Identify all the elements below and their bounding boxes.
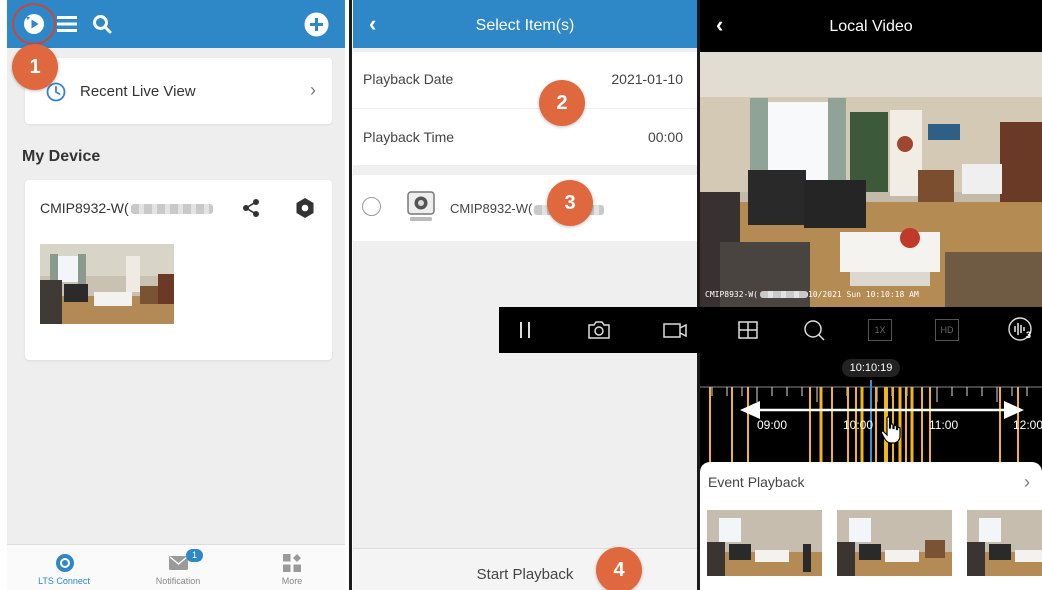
timeline-tick-label: 10:00 [843, 418, 874, 432]
list-icon[interactable] [57, 15, 77, 33]
device-card[interactable]: CMIP8932-W( [25, 180, 332, 360]
page-title: Select Item(s) [475, 17, 575, 34]
chevron-right-icon[interactable]: › [1024, 472, 1030, 493]
select-items-screen: ‹ Select Item(s) Playback Date 2021-01-1… [353, 0, 697, 590]
settings-icon[interactable] [295, 197, 315, 219]
notification-badge: 1 [186, 549, 203, 562]
audio-channel-button[interactable]: 3 [1007, 316, 1035, 344]
device-name-text: CMIP8932-W( [40, 200, 129, 216]
recent-live-view-row[interactable]: Recent Live View › [25, 58, 332, 124]
timeline-tick-label: 09:00 [757, 418, 788, 432]
pause-icon[interactable] [511, 316, 539, 344]
tab-label: LTS Connect [38, 576, 90, 586]
chevron-right-icon: › [310, 80, 316, 100]
tab-label: Notification [155, 576, 201, 586]
playback-date-value: 2021-01-10 [611, 71, 683, 87]
select-items-header: ‹ Select Item(s) [353, 0, 697, 48]
record-video-icon[interactable] [661, 316, 689, 344]
event-playback-card: Event Playback › [700, 462, 1042, 590]
search-icon[interactable] [92, 14, 112, 34]
screenshot-stage: Recent Live View › My Device CMIP8932-W( [0, 0, 1042, 590]
start-playback-label: Start Playback [476, 566, 574, 583]
timeline-tick-label: 11:00 [929, 418, 959, 432]
playback-time-value: 00:00 [647, 129, 683, 145]
page-title: Local Video [829, 18, 913, 35]
share-icon[interactable] [241, 198, 261, 218]
local-video-screen: ‹ Local Video CMIP8932-W(10/2021 Sun 10… [700, 0, 1042, 590]
tab-notification[interactable]: 1 Notification [133, 545, 223, 590]
device-name-value: CMIP8932-W( [450, 201, 533, 216]
bottom-nav: LTS Connect 1 Notification More [7, 544, 345, 590]
step-marker-1: 1 [12, 44, 58, 90]
device-name: CMIP8932-W( [40, 200, 213, 216]
current-time-label: 10:10:19 [842, 359, 900, 377]
timeline-tick-label: 12:00 [1013, 418, 1042, 432]
audio-channel-number: 3 [1026, 330, 1032, 340]
tab-more[interactable]: More [247, 545, 337, 590]
playback-time-row[interactable]: Playback Time 00:00 [353, 109, 697, 165]
osd-device-name: CMIP8932-W( [705, 290, 758, 299]
device-snapshot-thumbnail[interactable] [40, 244, 174, 324]
event-thumbnail[interactable] [707, 510, 822, 576]
video-frame[interactable] [700, 52, 1042, 307]
hand-cursor-icon [880, 416, 901, 444]
step-marker-4: 4 [596, 547, 642, 590]
event-thumbnail[interactable] [967, 510, 1042, 576]
start-playback-button[interactable]: Start Playback [353, 548, 697, 590]
playback-speed-button[interactable]: 1X [868, 319, 892, 341]
tab-lts-connect[interactable]: LTS Connect [19, 545, 109, 590]
grid-icon [283, 554, 301, 572]
mail-icon [169, 556, 188, 570]
add-device-icon[interactable] [304, 12, 329, 37]
playback-date-label: Playback Date [363, 71, 454, 87]
playback-date-row[interactable]: Playback Date 2021-01-10 [353, 52, 697, 108]
event-thumbnail[interactable] [837, 510, 952, 576]
video-quality-button[interactable]: HD [935, 319, 959, 341]
digital-zoom-icon[interactable] [800, 316, 828, 344]
playback-control-bar: 1X HD 3 [499, 307, 1042, 353]
osd-timestamp: 10/2021 Sun 10:10:18 AM [807, 290, 919, 299]
step-marker-2: 2 [539, 80, 585, 126]
redacted-text [759, 291, 808, 298]
recent-live-view-label: Recent Live View [80, 83, 196, 100]
panel-divider [349, 0, 352, 590]
snapshot-icon[interactable] [585, 316, 613, 344]
highlight-ring [12, 3, 56, 45]
home-screen: Recent Live View › My Device CMIP8932-W( [7, 0, 345, 590]
tab-label: More [281, 576, 303, 586]
playback-timeline[interactable]: 10:10:19 09:00 10:00 11:00 12:00 [700, 352, 1042, 472]
window-split-icon[interactable] [734, 316, 762, 344]
step-marker-3: 3 [547, 180, 593, 226]
device-radio[interactable] [362, 197, 381, 216]
redacted-text [130, 204, 213, 215]
home-header [7, 0, 345, 48]
video-osd: CMIP8932-W( 10/2021 Sun 10:10:18 AM [705, 290, 919, 299]
my-device-heading: My Device [22, 148, 101, 165]
camera-icon [407, 191, 435, 221]
event-playback-label: Event Playback [708, 474, 805, 490]
playback-time-label: Playback Time [363, 129, 455, 145]
lts-connect-icon [56, 554, 74, 572]
local-video-header: ‹ Local Video [700, 0, 1042, 52]
device-select-row[interactable]: CMIP8932-W( [353, 175, 697, 241]
